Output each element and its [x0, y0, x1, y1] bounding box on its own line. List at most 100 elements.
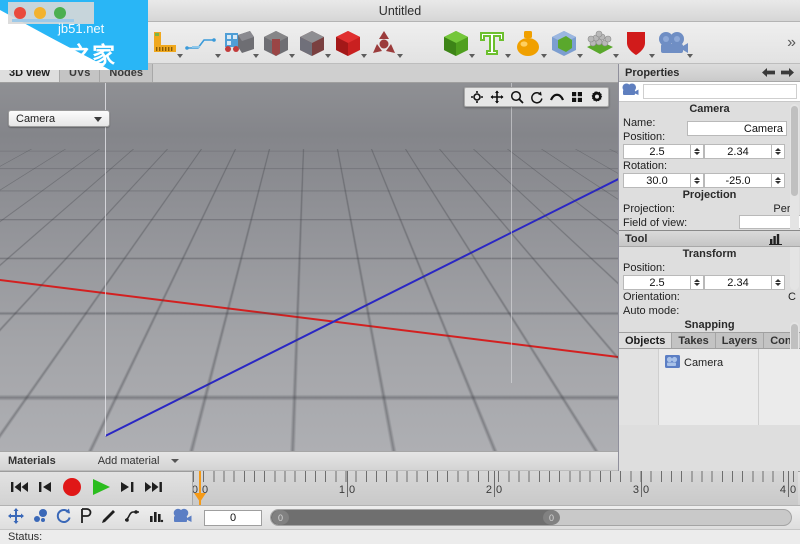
step-forward-button[interactable] [120, 480, 135, 497]
tool-position-x-stepper[interactable] [691, 275, 704, 290]
selection-tool[interactable] [220, 24, 259, 62]
camera-position-x-stepper[interactable] [691, 144, 704, 159]
primitive-cube-tool[interactable] [438, 24, 475, 62]
left-column: 3D view UVs Nodes Camera Materials Add m… [0, 64, 618, 535]
camera-name-field[interactable]: Camera [687, 121, 787, 136]
tab-objects[interactable]: Objects [619, 333, 673, 348]
camera-rotation-y-stepper[interactable] [772, 173, 785, 188]
cube-red-tool[interactable] [330, 24, 367, 62]
timeline-playhead[interactable] [194, 471, 206, 505]
tab-nodes[interactable]: Nodes [100, 64, 153, 82]
text-tool[interactable] [474, 24, 511, 62]
pan-icon[interactable] [487, 89, 506, 106]
pen-icon[interactable] [100, 508, 116, 527]
histogram-icon[interactable] [769, 233, 782, 248]
toolbar-overflow-button[interactable]: » [787, 34, 796, 52]
shield-tool[interactable] [618, 24, 655, 62]
fov-label: Field of view: [623, 217, 688, 229]
current-frame-input[interactable]: 0 [204, 509, 262, 526]
tool-position-y-input[interactable]: 2.34 [704, 275, 772, 290]
camera-icon[interactable] [172, 508, 192, 527]
ruler-tool[interactable] [148, 24, 183, 62]
keyframe-icon[interactable] [32, 508, 48, 527]
arc-icon[interactable] [547, 89, 566, 106]
camera-section-title: Camera [619, 102, 800, 116]
wireframe-tool[interactable] [182, 24, 221, 62]
tool-automode-row: Auto mode: [619, 304, 800, 318]
boolean-tool[interactable] [546, 24, 583, 62]
tool-position-fields: 2.5 2.34 [619, 275, 800, 290]
timeline-range-slider[interactable]: 0 0 [270, 509, 792, 526]
play-button[interactable] [91, 478, 111, 499]
camera-icon [665, 355, 680, 371]
status-bar: Status: [0, 529, 800, 544]
chevron-down-icon[interactable] [171, 459, 180, 463]
add-material-button[interactable]: Add material [98, 455, 160, 467]
tool-position-x-input[interactable]: 2.5 [623, 275, 691, 290]
tool-automode-label: Auto mode: [623, 305, 680, 317]
chevron-down-icon[interactable] [687, 53, 693, 58]
list-item[interactable]: Camera [665, 355, 723, 371]
camera-position-label: Position: [623, 131, 666, 143]
ruler-label-4b: 0 [790, 484, 797, 496]
move-icon[interactable] [8, 508, 24, 527]
camera-selector[interactable]: Camera [8, 110, 110, 127]
camera-rotation-y-input[interactable]: -25.0 [704, 173, 772, 188]
ruler-label-1b: 0 [349, 484, 356, 496]
graph-icon[interactable] [124, 508, 140, 527]
forward-arrow-icon[interactable] [781, 67, 794, 78]
camera-selector-label: Camera [16, 112, 56, 125]
cube-grey-tool[interactable] [294, 24, 331, 62]
tool-panel-title: Tool [625, 232, 648, 245]
camera-rotation-x-stepper[interactable] [691, 173, 704, 188]
tool-position-y-stepper[interactable] [772, 275, 785, 290]
particles-tool[interactable] [582, 24, 619, 62]
loop-icon[interactable] [56, 508, 72, 527]
properties-header: Properties [619, 64, 800, 82]
rotate-icon[interactable] [527, 89, 546, 106]
status-label: Status: [8, 531, 43, 543]
camera-tool[interactable] [654, 24, 693, 62]
camera-rotation-fields: 30.0 -25.0 [619, 173, 800, 188]
viewport-tabs: 3D view UVs Nodes [0, 64, 618, 83]
manipulator-tool[interactable] [366, 24, 403, 62]
tab-3d-view[interactable]: 3D view [0, 64, 60, 82]
transport-controls [0, 477, 190, 500]
grid-icon[interactable] [567, 89, 586, 106]
properties-object-field[interactable] [643, 84, 797, 99]
gear-icon[interactable] [587, 89, 606, 106]
timeline-ruler[interactable]: 0 0 1 0 2 0 3 0 4 0 [192, 471, 798, 505]
camera-position-y-stepper[interactable] [772, 144, 785, 159]
tab-uvs[interactable]: UVs [59, 64, 101, 82]
camera-position-y-input[interactable]: 2.34 [704, 144, 772, 159]
record-button[interactable] [62, 477, 82, 500]
tab-takes[interactable]: Takes [672, 333, 716, 348]
skip-to-end-button[interactable] [144, 480, 163, 497]
ruler-label-3b: 0 [643, 484, 650, 496]
tool-position-label: Position: [623, 262, 666, 274]
pose-icon[interactable] [80, 508, 92, 527]
tool-orientation-value[interactable]: C [788, 291, 796, 303]
range-start-handle[interactable]: 0 [272, 510, 289, 525]
ruler-label-1a: 1 [338, 484, 345, 496]
range-end-handle[interactable]: 0 [543, 510, 560, 525]
tab-layers[interactable]: Layers [715, 333, 765, 348]
orbit-icon[interactable] [467, 89, 486, 106]
camera-position-x-input[interactable]: 2.5 [623, 144, 691, 159]
skip-to-start-button[interactable] [10, 480, 29, 497]
bars-icon[interactable] [148, 508, 164, 527]
step-back-button[interactable] [38, 480, 53, 497]
chevron-down-icon[interactable] [397, 53, 403, 58]
lathe-tool[interactable] [510, 24, 547, 62]
extrude-tool[interactable] [258, 24, 295, 62]
application-window: Untitled » jb51.net 脚本之家 3D view UVs Nod… [0, 0, 800, 544]
back-arrow-icon[interactable] [762, 67, 775, 78]
zoom-icon[interactable] [507, 89, 526, 106]
materials-label: Materials [8, 455, 56, 467]
properties-scrollbar[interactable] [790, 104, 799, 290]
camera-rotation-x-input[interactable]: 30.0 [623, 173, 691, 188]
3d-viewport[interactable]: Camera [0, 83, 618, 451]
outliner-list[interactable]: Camera [619, 349, 800, 425]
timeline-major-ticks: 0 0 1 0 2 0 3 0 4 0 [193, 471, 798, 505]
chevron-down-icon[interactable] [94, 117, 102, 122]
